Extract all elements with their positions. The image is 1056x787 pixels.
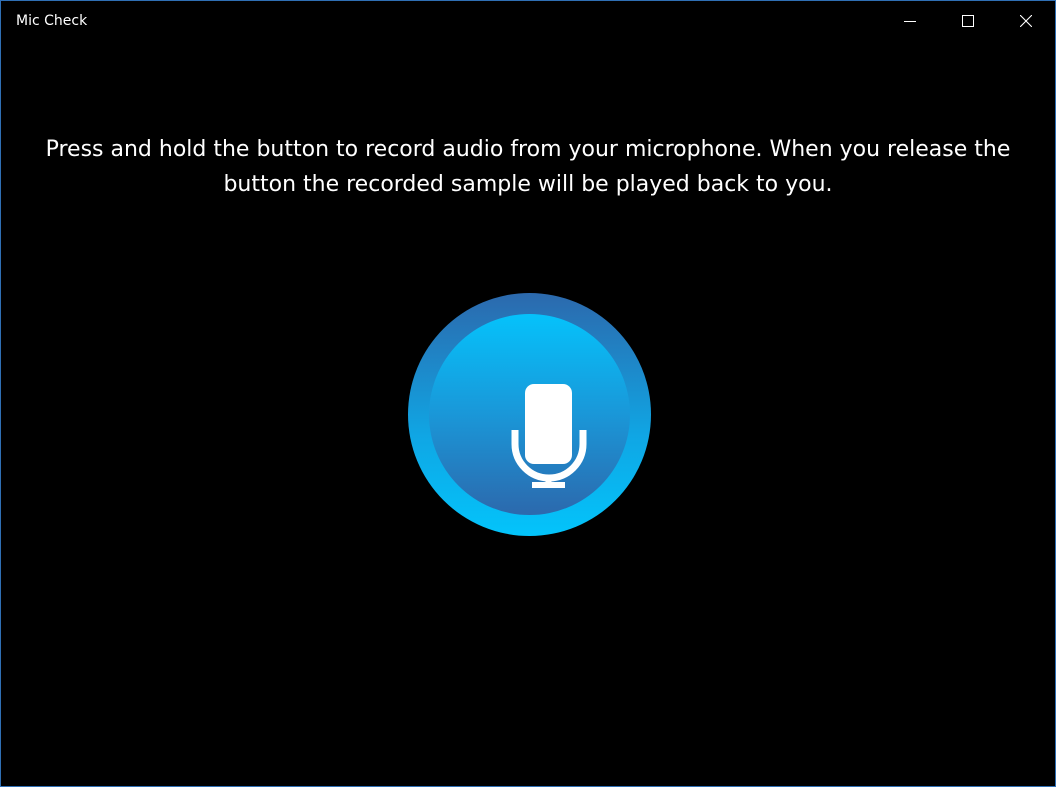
- record-button[interactable]: [408, 293, 651, 536]
- close-button[interactable]: [997, 1, 1055, 41]
- instructions-text: Press and hold the button to record audi…: [45, 137, 1011, 197]
- title-bar[interactable]: Mic Check: [1, 1, 1055, 41]
- close-icon: [1020, 15, 1032, 27]
- minimize-button[interactable]: [881, 1, 939, 41]
- app-window: Mic Check Press and hold the button to r…: [0, 0, 1056, 787]
- maximize-button[interactable]: [939, 1, 997, 41]
- microphone-icon: [511, 384, 587, 488]
- minimize-icon: [904, 21, 916, 22]
- maximize-icon: [962, 15, 974, 27]
- record-button-inner: [429, 314, 630, 515]
- window-title: Mic Check: [16, 13, 88, 29]
